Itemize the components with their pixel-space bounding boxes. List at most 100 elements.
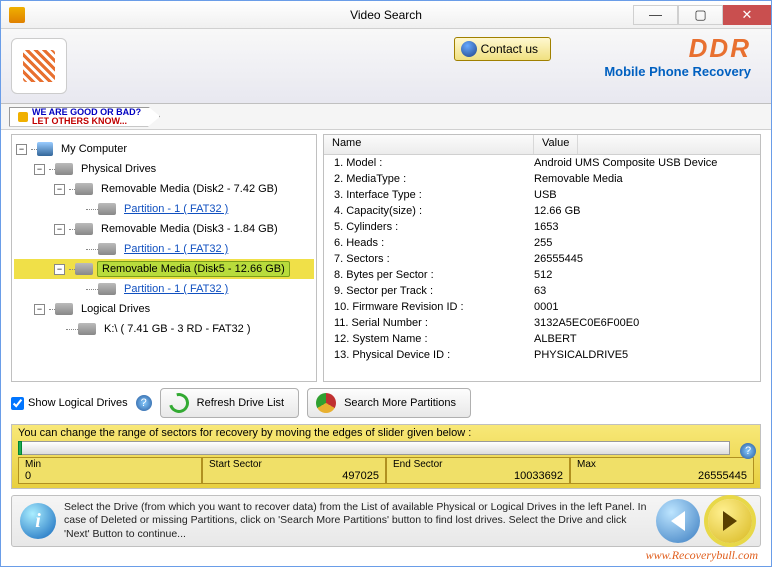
prop-name: 10. Firmware Revision ID : bbox=[324, 301, 534, 313]
close-button[interactable]: ✕ bbox=[723, 5, 771, 25]
thumb-icon bbox=[18, 112, 28, 122]
header: Contact us DDR Mobile Phone Recovery bbox=[1, 29, 771, 104]
help-icon[interactable]: ? bbox=[740, 443, 756, 459]
contact-us-button[interactable]: Contact us bbox=[454, 37, 551, 61]
drive-icon bbox=[75, 183, 93, 195]
show-logical-checkbox[interactable]: Show Logical Drives bbox=[11, 397, 128, 410]
tree-disk5-selected[interactable]: Removable Media (Disk5 - 12.66 GB) bbox=[97, 261, 290, 277]
tree-logical[interactable]: Logical Drives bbox=[77, 302, 154, 316]
tree-root[interactable]: My Computer bbox=[57, 142, 131, 156]
sector-start: Start Sector497025 bbox=[202, 457, 386, 484]
property-row[interactable]: 12. System Name :ALBERT bbox=[324, 331, 760, 347]
search-more-label: Search More Partitions bbox=[344, 397, 456, 409]
prop-name: 7. Sectors : bbox=[324, 253, 534, 265]
sector-slider[interactable] bbox=[18, 441, 730, 455]
info-icon: i bbox=[20, 503, 56, 539]
logo-icon bbox=[11, 38, 67, 94]
prop-value: 12.66 GB bbox=[534, 205, 760, 217]
drive-icon bbox=[98, 203, 116, 215]
expand-icon[interactable]: − bbox=[16, 144, 27, 155]
drive-icon bbox=[78, 323, 96, 335]
property-row[interactable]: 9. Sector per Track :63 bbox=[324, 283, 760, 299]
property-row[interactable]: 13. Physical Device ID :PHYSICALDRIVE5 bbox=[324, 347, 760, 363]
tree-disk2-part[interactable]: Partition - 1 ( FAT32 ) bbox=[120, 202, 232, 216]
contact-label: Contact us bbox=[481, 42, 538, 56]
brand-name: DDR bbox=[604, 33, 751, 64]
drive-icon bbox=[55, 163, 73, 175]
expand-icon[interactable]: − bbox=[54, 264, 65, 275]
property-row[interactable]: 4. Capacity(size) :12.66 GB bbox=[324, 203, 760, 219]
refresh-icon bbox=[165, 389, 192, 416]
prop-value: ALBERT bbox=[534, 333, 760, 345]
properties-panel: Name Value 1. Model :Android UMS Composi… bbox=[323, 134, 761, 382]
refresh-label: Refresh Drive List bbox=[197, 397, 284, 409]
prop-value: Removable Media bbox=[534, 173, 760, 185]
tree-disk3[interactable]: Removable Media (Disk3 - 1.84 GB) bbox=[97, 222, 282, 236]
property-row[interactable]: 2. MediaType :Removable Media bbox=[324, 171, 760, 187]
property-row[interactable]: 10. Firmware Revision ID :0001 bbox=[324, 299, 760, 315]
expand-icon[interactable]: − bbox=[54, 224, 65, 235]
titlebar: Video Search — ▢ ✕ bbox=[1, 1, 771, 29]
refresh-button[interactable]: Refresh Drive List bbox=[160, 388, 299, 418]
window-title: Video Search bbox=[350, 8, 422, 22]
tree-kdrive[interactable]: K:\ ( 7.41 GB - 3 RD - FAT32 ) bbox=[100, 322, 255, 336]
arrow-left-icon bbox=[671, 511, 685, 531]
prop-name: 4. Capacity(size) : bbox=[324, 205, 534, 217]
back-button[interactable] bbox=[656, 499, 700, 543]
footer-text: Select the Drive (from which you want to… bbox=[64, 501, 648, 540]
prop-name: 9. Sector per Track : bbox=[324, 285, 534, 297]
prop-value: 63 bbox=[534, 285, 760, 297]
expand-icon[interactable]: − bbox=[34, 164, 45, 175]
watermark: www.Recoverybull.com bbox=[646, 548, 758, 563]
person-icon bbox=[461, 41, 477, 57]
property-row[interactable]: 6. Heads :255 bbox=[324, 235, 760, 251]
prop-name: 8. Bytes per Sector : bbox=[324, 269, 534, 281]
computer-icon bbox=[37, 142, 53, 156]
prop-name: 12. System Name : bbox=[324, 333, 534, 345]
tree-disk2[interactable]: Removable Media (Disk2 - 7.42 GB) bbox=[97, 182, 282, 196]
brand: DDR Mobile Phone Recovery bbox=[604, 33, 751, 79]
tree-disk3-part[interactable]: Partition - 1 ( FAT32 ) bbox=[120, 242, 232, 256]
brand-subtitle: Mobile Phone Recovery bbox=[604, 64, 751, 79]
prop-value: Android UMS Composite USB Device bbox=[534, 157, 760, 169]
prop-name: 5. Cylinders : bbox=[324, 221, 534, 233]
show-logical-input[interactable] bbox=[11, 397, 24, 410]
help-icon[interactable]: ? bbox=[136, 395, 152, 411]
prop-value: 0001 bbox=[534, 301, 760, 313]
property-row[interactable]: 5. Cylinders :1653 bbox=[324, 219, 760, 235]
prop-value: 1653 bbox=[534, 221, 760, 233]
drive-icon bbox=[55, 303, 73, 315]
properties-list[interactable]: 1. Model :Android UMS Composite USB Devi… bbox=[324, 155, 760, 381]
prop-value: 512 bbox=[534, 269, 760, 281]
expand-icon[interactable]: − bbox=[34, 304, 45, 315]
property-row[interactable]: 7. Sectors :26555445 bbox=[324, 251, 760, 267]
ribbon-line2: LET OTHERS KNOW... bbox=[32, 116, 127, 126]
slider-title: You can change the range of sectors for … bbox=[18, 427, 754, 439]
expand-icon[interactable]: − bbox=[54, 184, 65, 195]
tree-disk5-part[interactable]: Partition - 1 ( FAT32 ) bbox=[120, 282, 232, 296]
minimize-button[interactable]: — bbox=[633, 5, 678, 25]
drive-icon bbox=[98, 283, 116, 295]
prop-name: 2. MediaType : bbox=[324, 173, 534, 185]
prop-name: 11. Serial Number : bbox=[324, 317, 534, 329]
prop-name: 3. Interface Type : bbox=[324, 189, 534, 201]
property-row[interactable]: 3. Interface Type :USB bbox=[324, 187, 760, 203]
prop-value: USB bbox=[534, 189, 760, 201]
sector-range-box: You can change the range of sectors for … bbox=[11, 424, 761, 489]
prop-name: 6. Heads : bbox=[324, 237, 534, 249]
property-row[interactable]: 11. Serial Number :3132A5EC0E6F00E0 bbox=[324, 315, 760, 331]
search-more-button[interactable]: Search More Partitions bbox=[307, 388, 471, 418]
maximize-button[interactable]: ▢ bbox=[678, 5, 723, 25]
col-name[interactable]: Name bbox=[324, 135, 534, 154]
col-value[interactable]: Value bbox=[534, 135, 578, 154]
sector-min: Min0 bbox=[18, 457, 202, 484]
feedback-ribbon[interactable]: WE ARE GOOD OR BAD? LET OTHERS KNOW... bbox=[9, 107, 160, 127]
next-button[interactable] bbox=[708, 499, 752, 543]
arrow-right-icon bbox=[723, 511, 737, 531]
tree-physical[interactable]: Physical Drives bbox=[77, 162, 160, 176]
property-row[interactable]: 8. Bytes per Sector :512 bbox=[324, 267, 760, 283]
drive-tree[interactable]: − My Computer − Physical Drives − Removable… bbox=[11, 134, 317, 382]
sector-end: End Sector10033692 bbox=[386, 457, 570, 484]
property-row[interactable]: 1. Model :Android UMS Composite USB Devi… bbox=[324, 155, 760, 171]
prop-value: 26555445 bbox=[534, 253, 760, 265]
